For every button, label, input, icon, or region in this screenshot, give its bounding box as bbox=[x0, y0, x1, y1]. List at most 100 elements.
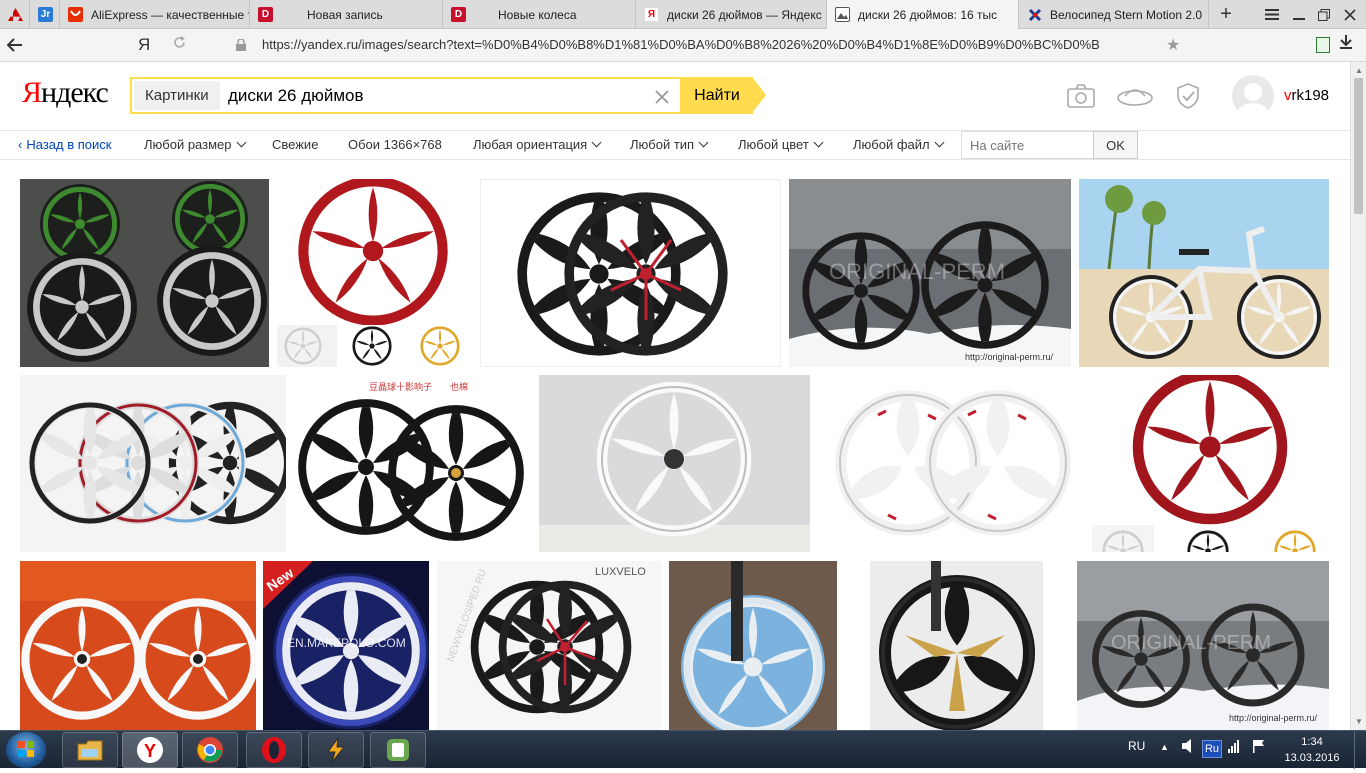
site-filter-input[interactable] bbox=[961, 131, 1094, 159]
filter-size[interactable]: Любой размер bbox=[144, 137, 246, 152]
filter-wallpapers[interactable]: Обои 1366×768 bbox=[348, 137, 442, 152]
taskbar-yandex-browser[interactable]: Y bbox=[122, 732, 178, 768]
yandex-home-button[interactable]: Я bbox=[138, 35, 150, 55]
tab-pinned-jr[interactable]: Jr bbox=[30, 0, 60, 29]
browser-tab-bar: Jr AliExpress — качественные т D Новая з… bbox=[0, 0, 1366, 29]
tab-yandex-images[interactable]: диски 26 дюймов: 16 тыс bbox=[827, 0, 1019, 29]
find-button[interactable]: Найти bbox=[681, 77, 753, 114]
username[interactable]: vrk198 bbox=[1284, 87, 1329, 104]
network-signal-icon[interactable] bbox=[1228, 739, 1242, 756]
clock-date: 13.03.2016 bbox=[1284, 752, 1340, 764]
shield-icon[interactable] bbox=[1175, 82, 1205, 110]
app-icon bbox=[387, 739, 409, 761]
image-result-multicolor-wheels[interactable] bbox=[20, 375, 286, 552]
yandex-logo[interactable]: Яндекс bbox=[22, 76, 109, 110]
tab-aliexpress[interactable]: AliExpress — качественные т bbox=[60, 0, 250, 29]
address-bar: Я https://yandex.ru/images/search?text=%… bbox=[0, 29, 1366, 62]
image-result-wheels-on-snow[interactable]: ORIGINAL-PERM http://original-perm.ru/ bbox=[789, 179, 1071, 367]
avatar[interactable] bbox=[1232, 75, 1274, 117]
filter-fresh[interactable]: Свежие bbox=[272, 137, 318, 152]
image-result-white-wheel[interactable] bbox=[539, 375, 810, 552]
back-arrow-icon[interactable] bbox=[4, 34, 26, 56]
image-result-fork-wheel-blue[interactable] bbox=[669, 561, 837, 730]
menu-icon[interactable] bbox=[1258, 0, 1286, 29]
tab-yandex-search[interactable]: Я диски 26 дюймов — Яндекс bbox=[636, 0, 827, 29]
tab-pinned-mitsubishi[interactable] bbox=[0, 0, 30, 29]
filter-color[interactable]: Любой цвет bbox=[738, 137, 824, 152]
taskbar-explorer[interactable] bbox=[62, 732, 118, 768]
restore-icon[interactable] bbox=[1310, 0, 1338, 29]
image-source-caption: http://original-perm.ru/ bbox=[1229, 713, 1318, 723]
image-result-car-wheels[interactable] bbox=[20, 179, 269, 367]
star-icon[interactable]: ★ bbox=[1166, 35, 1180, 55]
jr-icon: Jr bbox=[38, 7, 53, 22]
tray-expand-icon[interactable]: ▲ bbox=[1160, 742, 1169, 752]
taskbar-app[interactable] bbox=[370, 732, 426, 768]
svg-text:Y: Y bbox=[144, 741, 156, 761]
image-result-black-red-wheels[interactable] bbox=[480, 179, 781, 367]
language-indicator[interactable]: RU bbox=[1128, 739, 1145, 753]
close-icon[interactable] bbox=[1336, 0, 1364, 29]
tab-label: диски 26 дюймов — Яндекс bbox=[667, 7, 822, 22]
search-service-tag[interactable]: Картинки bbox=[134, 81, 220, 110]
tab-new-wheels[interactable]: D Новые колеса bbox=[443, 0, 636, 29]
drive2-icon: D bbox=[451, 7, 466, 22]
image-result-luxvelo-wheels[interactable]: NEWVELOSIPED.RU LUXVELO bbox=[437, 561, 661, 730]
search-input[interactable] bbox=[228, 79, 648, 112]
logo-letter-ya: Я bbox=[22, 76, 42, 109]
username-rest: rk198 bbox=[1291, 87, 1330, 104]
image-result-white-wheels-orange[interactable] bbox=[20, 561, 256, 730]
camera-search-icon[interactable] bbox=[1066, 82, 1096, 110]
tab-stern-motion[interactable]: Велосипед Stern Motion 2.0 bbox=[1019, 0, 1209, 29]
image-result-black-wheels-pair[interactable]: 豆晶球十影响子 也棉 bbox=[294, 375, 531, 552]
taskbar-opera[interactable] bbox=[246, 732, 302, 768]
start-button[interactable] bbox=[6, 732, 46, 768]
speaker-icon[interactable] bbox=[1182, 739, 1194, 756]
scroll-up-icon[interactable]: ▲ bbox=[1355, 66, 1363, 75]
scrollbar-thumb[interactable] bbox=[1354, 78, 1363, 214]
flag-icon[interactable] bbox=[1252, 739, 1266, 756]
site-filter-ok-button[interactable]: OK bbox=[1093, 131, 1138, 159]
taskbar-winamp[interactable] bbox=[308, 732, 364, 768]
clear-search-icon[interactable] bbox=[654, 83, 670, 111]
new-tab-button[interactable]: + bbox=[1212, 0, 1240, 29]
taskbar-chrome[interactable] bbox=[182, 732, 238, 768]
vertical-scrollbar[interactable]: ▲ ▼ bbox=[1350, 62, 1366, 730]
image-result-red-wheel[interactable] bbox=[1092, 375, 1329, 552]
filters-bar: ‹ Назад в поиск Любой размер Свежие Обои … bbox=[0, 130, 1350, 160]
lock-icon[interactable] bbox=[236, 38, 246, 51]
image-result-wheels-snow-2[interactable]: ORIGINAL-PERM http://original-perm.ru/ bbox=[1077, 561, 1329, 730]
disk-cloud-icon[interactable] bbox=[1116, 82, 1154, 110]
filter-file[interactable]: Любой файл bbox=[853, 137, 945, 152]
search-box: Картинки bbox=[130, 77, 682, 114]
download-arrow-icon[interactable] bbox=[1340, 35, 1352, 53]
tab-label: Новая запись bbox=[307, 7, 383, 22]
yandex-browser-icon: Y bbox=[137, 737, 163, 763]
image-caption: 豆晶球十影响子 也棉 bbox=[369, 381, 468, 392]
scroll-down-icon[interactable]: ▼ bbox=[1355, 717, 1363, 726]
image-result-3-spoke-gold-wheel[interactable] bbox=[845, 561, 1069, 730]
back-to-search-link[interactable]: ‹ Назад в поиск bbox=[18, 137, 111, 152]
image-result-white-bicycle[interactable] bbox=[1079, 179, 1329, 367]
image-result-red-wheel-collage[interactable] bbox=[277, 179, 470, 367]
reload-icon[interactable] bbox=[173, 36, 186, 52]
system-clock[interactable]: 1:34 13.03.2016 bbox=[1282, 734, 1342, 766]
show-desktop-button[interactable] bbox=[1354, 731, 1366, 769]
extension-icon[interactable] bbox=[1316, 37, 1330, 53]
tab-label: диски 26 дюймов: 16 тыс bbox=[858, 7, 998, 22]
sportmaster-icon bbox=[1027, 7, 1042, 22]
image-source-caption: http://original-perm.ru/ bbox=[965, 352, 1054, 362]
tab-label: AliExpress — качественные т bbox=[91, 7, 249, 22]
tab-new-post[interactable]: D Новая запись bbox=[250, 0, 443, 29]
opera-icon bbox=[262, 737, 286, 763]
image-result-white-wheels-pair[interactable] bbox=[818, 375, 1084, 552]
tab-label: Новые колеса bbox=[498, 7, 577, 22]
image-watermark: EN.MAKEPOLO.COM bbox=[287, 636, 406, 650]
minimize-icon[interactable] bbox=[1285, 0, 1313, 29]
url-field[interactable]: https://yandex.ru/images/search?text=%D0… bbox=[262, 37, 1100, 52]
image-result-blue-car-rim[interactable]: New EN.MAKEPOLO.COM bbox=[263, 561, 429, 730]
filter-type[interactable]: Любой тип bbox=[630, 137, 709, 152]
filter-orientation[interactable]: Любая ориентация bbox=[473, 137, 602, 152]
keyboard-layout-badge[interactable]: Ru bbox=[1202, 740, 1222, 758]
yandex-header: Яндекс Картинки Найти vrk198 bbox=[0, 62, 1350, 130]
